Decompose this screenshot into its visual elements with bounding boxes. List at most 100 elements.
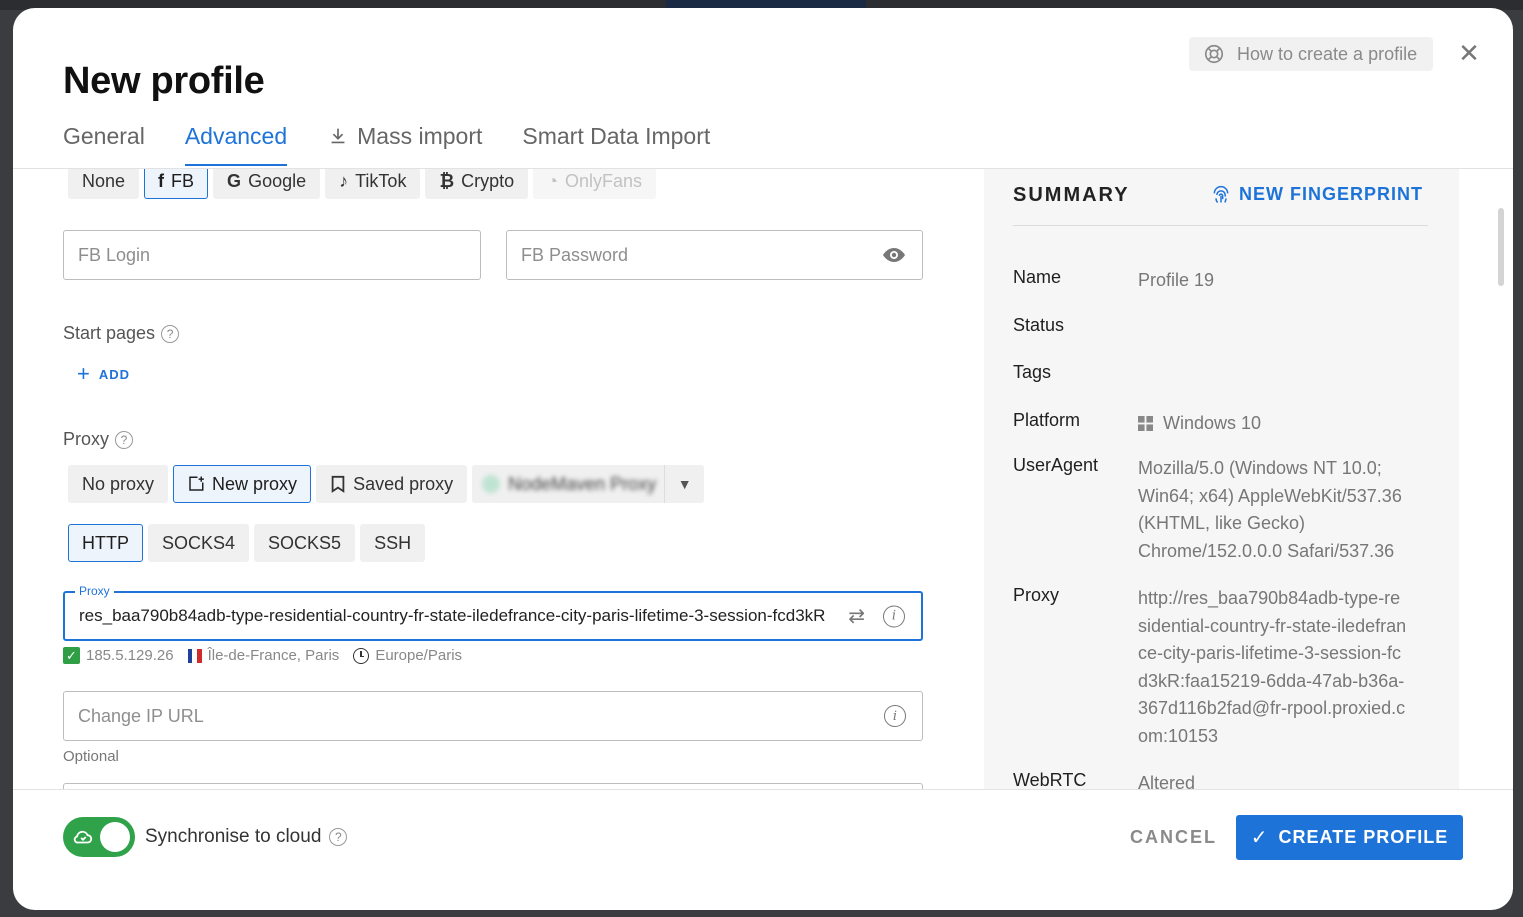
france-flag-icon [187, 648, 202, 663]
summary-key: Proxy [1013, 585, 1060, 605]
fb-password-field[interactable]: FB Password [506, 230, 923, 280]
summary-key: Platform [1013, 410, 1081, 430]
change-ip-url-field[interactable]: Change IP URL i [63, 691, 923, 741]
tab-advanced[interactable]: Advanced [184, 120, 288, 166]
fb-password-placeholder: FB Password [521, 244, 629, 265]
proxy-section-label: Proxy? [63, 429, 134, 450]
proxy-mode-saved[interactable]: Saved proxy [316, 465, 468, 503]
summary-value: Altered [1138, 773, 1196, 793]
bitcoin-icon: ₿ [439, 170, 455, 191]
fb-login-placeholder: FB Login [78, 244, 151, 265]
summary-value: Profile 19 [1138, 270, 1215, 290]
tab-bar: General Advanced Mass import Smart Data … [63, 120, 710, 166]
chevron-down-icon[interactable]: ▼ [664, 465, 704, 503]
create-profile-button[interactable]: ✓ CREATE PROFILE [1236, 815, 1463, 860]
proxy-provider-value: NodeMaven Proxy [472, 465, 664, 503]
account-type-tiktok[interactable]: ♪ TikTok [325, 169, 421, 199]
eye-icon[interactable] [882, 243, 906, 267]
cloud-sync-icon [73, 830, 93, 844]
bookmark-icon [331, 475, 345, 493]
create-profile-label: CREATE PROFILE [1278, 827, 1449, 847]
summary-row-status: Status [1013, 315, 1423, 336]
tab-mass-import[interactable]: Mass import [327, 120, 482, 152]
summary-row-tags: Tags [1013, 362, 1423, 383]
plus-icon: + [77, 361, 91, 386]
protocol-http[interactable]: HTTP [68, 524, 143, 562]
summary-row-platform: Platform Windows 10 [1013, 410, 1423, 438]
summary-scrollbar[interactable] [1498, 208, 1504, 286]
protocol-socks4[interactable]: SOCKS4 [148, 524, 250, 562]
tab-general[interactable]: General [63, 120, 145, 152]
summary-row-proxy: Proxy http://res_baa790b84adb-type-resid… [1013, 585, 1408, 750]
info-icon[interactable]: i [884, 705, 906, 727]
start-pages-label: Start pages? [63, 323, 180, 344]
account-type-onlyfans: ◔ OnlyFans [533, 169, 657, 199]
summary-key: Name [1013, 267, 1062, 287]
protocol-ssh[interactable]: SSH [360, 524, 426, 562]
summary-heading: SUMMARY [1013, 184, 1130, 206]
fb-login-field[interactable]: FB Login [63, 230, 481, 280]
swap-icon[interactable]: ⇄ [848, 604, 865, 629]
info-icon[interactable]: i [883, 605, 905, 627]
account-type-none-label: None [82, 170, 126, 191]
summary-value: Windows 10 [1138, 410, 1423, 438]
start-pages-text: Start pages [63, 323, 156, 343]
summary-key: Tags [1013, 362, 1052, 382]
facebook-icon: f [158, 170, 165, 191]
account-type-none[interactable]: None [68, 169, 140, 199]
account-type-selector: None f FB G Google ♪ TikTok ₿ Crypto ◔ OnlyFa… [68, 169, 657, 199]
google-icon: G [227, 170, 242, 191]
account-type-google[interactable]: G Google [213, 169, 321, 199]
protocol-socks4-label: SOCKS4 [162, 532, 236, 553]
sync-cloud-toggle[interactable] [63, 817, 135, 857]
proxy-mode-new-label: New proxy [212, 473, 298, 494]
change-ip-url-placeholder: Change IP URL [78, 705, 204, 726]
summary-divider [1013, 225, 1428, 226]
proxy-provider-dropdown[interactable]: NodeMaven Proxy ▼ [472, 465, 705, 503]
summary-row-webrtc: WebRTC Altered [1013, 770, 1423, 798]
provider-logo-icon [482, 475, 501, 493]
proxy-input[interactable]: Proxy res_baa790b84adb-type-residential-… [63, 584, 923, 641]
help-icon[interactable]: ? [329, 828, 348, 846]
summary-value: Mozilla/5.0 (Windows NT 10.0; Win64; x64… [1138, 458, 1402, 561]
proxy-timezone: Europe/Paris [375, 647, 463, 664]
tab-advanced-label: Advanced [184, 122, 288, 149]
account-type-crypto-label: Crypto [461, 170, 515, 191]
help-icon[interactable]: ? [161, 324, 180, 343]
summary-value [1138, 315, 1423, 336]
account-type-onlyfans-label: OnlyFans [565, 170, 643, 191]
proxy-mode-none-label: No proxy [82, 473, 155, 494]
onlyfans-icon: ◔ [547, 170, 559, 191]
cancel-button[interactable]: CANCEL [1130, 827, 1217, 848]
how-to-create-profile-label: How to create a profile [1237, 43, 1418, 64]
footer-divider [13, 789, 1513, 790]
fingerprint-icon [1213, 185, 1229, 203]
proxy-mode-none[interactable]: No proxy [68, 465, 169, 503]
clock-icon [353, 647, 370, 664]
add-start-page-button[interactable]: + ADD [77, 361, 130, 387]
advanced-form: None f FB G Google ♪ TikTok ₿ Crypto ◔ OnlyFa… [13, 169, 973, 789]
new-fingerprint-button[interactable]: NEW FINGERPRINT [1211, 184, 1423, 205]
proxy-mode-saved-label: Saved proxy [353, 473, 454, 494]
protocol-http-label: HTTP [82, 532, 129, 553]
account-type-crypto[interactable]: ₿ Crypto [425, 169, 529, 199]
how-to-create-profile-button[interactable]: How to create a profile [1189, 37, 1433, 71]
account-type-fb-label: FB [171, 170, 195, 191]
summary-value: http://res_baa790b84adb-type-residential… [1138, 588, 1407, 746]
dialog-title: New profile [63, 60, 265, 102]
protocol-socks5[interactable]: SOCKS5 [254, 524, 356, 562]
account-type-fb[interactable]: f FB [144, 169, 209, 199]
tab-smart-data-import-label: Smart Data Import [522, 122, 711, 149]
help-icon[interactable]: ? [115, 430, 134, 449]
new-fingerprint-label: NEW FINGERPRINT [1239, 184, 1423, 204]
add-start-page-label: ADD [98, 366, 131, 382]
close-icon[interactable]: ✕ [1457, 40, 1481, 66]
windows-icon [1138, 416, 1153, 432]
proxy-section-text: Proxy [63, 429, 110, 449]
proxy-mode-new[interactable]: New proxy [173, 465, 312, 503]
tab-smart-data-import[interactable]: Smart Data Import [522, 120, 710, 152]
sync-cloud-label: Synchronise to cloud? [145, 826, 348, 848]
summary-key: Status [1013, 315, 1065, 335]
tiktok-icon: ♪ [339, 170, 349, 191]
download-icon [331, 128, 345, 144]
